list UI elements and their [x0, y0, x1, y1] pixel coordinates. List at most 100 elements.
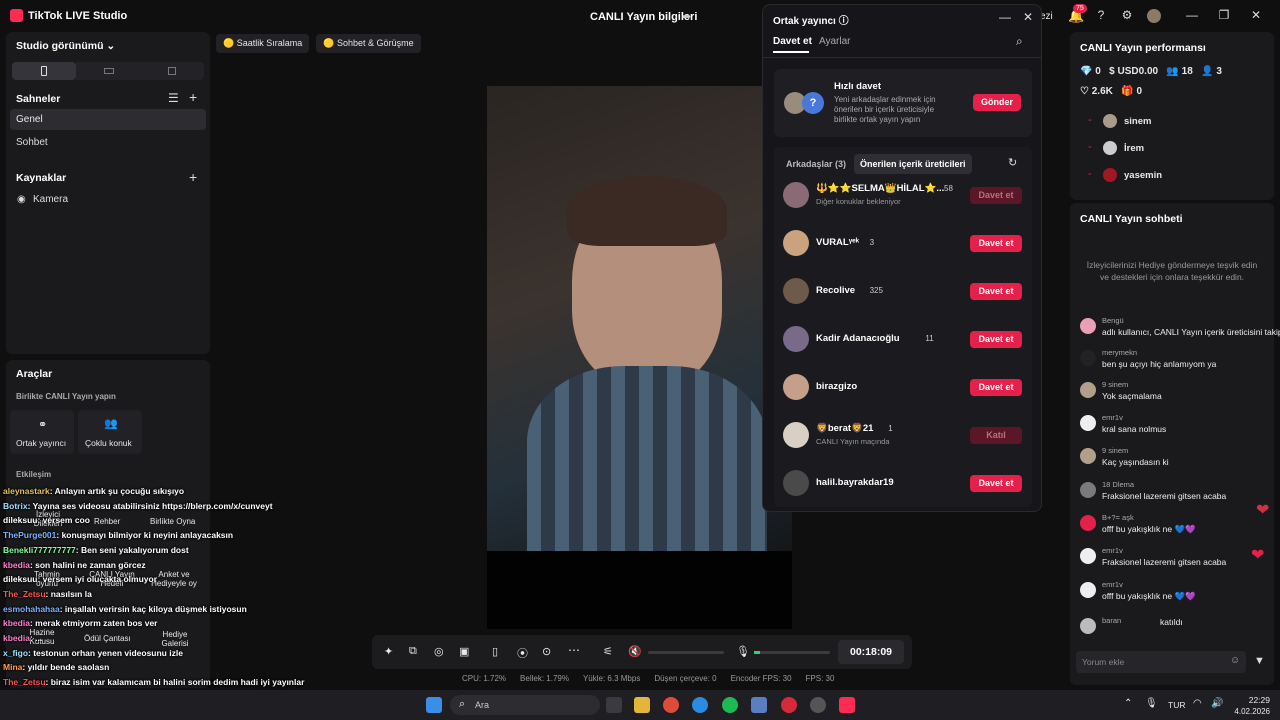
clock-date[interactable]: 4.02.2026 — [1222, 707, 1270, 716]
file-explorer-icon[interactable] — [634, 697, 650, 713]
perf-usd: USD0.00 — [1117, 66, 1159, 77]
camera-switch-icon[interactable]: ⊙ — [542, 645, 551, 658]
send-button[interactable]: Gönder — [973, 94, 1021, 111]
perf-row-2: ♡ 2.6K 🎁 0 — [1080, 86, 1142, 97]
wifi-icon[interactable]: ◠ — [1193, 698, 1202, 709]
invite-button[interactable]: Davet et — [970, 331, 1022, 348]
invite-button[interactable]: Davet et — [970, 283, 1022, 300]
engagement-item[interactable]: Birlikte Oyna — [150, 517, 195, 526]
opera-icon[interactable] — [781, 697, 797, 713]
speaker-muted-icon[interactable]: 🔇 — [628, 645, 642, 658]
engagement-item[interactable]: Hediye Galerisi — [156, 630, 194, 648]
share-icon[interactable]: ➦ — [682, 10, 691, 23]
chat-username[interactable]: emr1v — [1102, 413, 1123, 422]
dual-icon — [168, 67, 176, 75]
heart-icon: ❤ — [1251, 547, 1265, 564]
task-view-icon[interactable] — [606, 697, 622, 713]
tab-friends[interactable]: Arkadaşlar (3) — [786, 159, 846, 169]
mic-icon[interactable]: 🎙 — [1145, 698, 1158, 709]
windows-start-icon[interactable] — [426, 697, 442, 713]
layout-dual-button[interactable] — [140, 62, 204, 80]
overlay-chat-line: aleynastark: Anlayın artık şu çocuğu sık… — [3, 486, 184, 496]
chat-text: katıldı — [1160, 617, 1183, 627]
overlay-username: kbedia — [3, 559, 30, 570]
overlay-text: : testonun orhan yenen videosunu izle — [28, 647, 183, 658]
chat-username[interactable]: 9 sinem — [1102, 380, 1128, 389]
add-source-icon[interactable]: + — [189, 169, 197, 185]
tab-settings[interactable]: Ayarlar — [819, 36, 851, 47]
close-icon[interactable]: ✕ — [1023, 10, 1033, 24]
more-icon[interactable]: ⋯ — [568, 643, 580, 657]
studio-view-title[interactable]: Studio görünümü ⌄ — [16, 40, 115, 52]
mixer-icon[interactable]: ⚟ — [603, 645, 613, 658]
app-icon[interactable] — [810, 697, 826, 713]
chat-username[interactable]: baran — [1102, 616, 1121, 625]
quick-invite-desc: Yeni arkadaşlar edinmek için önerilen bi… — [834, 95, 936, 124]
list-icon[interactable]: ☰ — [168, 91, 179, 105]
hourly-ranking-tag[interactable]: 🟡 Saatlik Sıralama — [216, 34, 310, 53]
magic-icon[interactable]: ✦ — [384, 645, 393, 658]
speaker-volume-slider[interactable] — [648, 651, 724, 654]
chrome-icon[interactable] — [663, 697, 679, 713]
scene-item-genel[interactable]: Genel — [10, 109, 206, 130]
tiktok-icon[interactable] — [839, 697, 855, 713]
chat-text: offf bu yakışklık ne 💙💜 — [1102, 524, 1196, 534]
tab-invite[interactable]: Davet et — [773, 36, 812, 47]
maximize-icon[interactable]: ❐ — [1216, 8, 1232, 24]
record-icon[interactable]: ⦿ — [517, 645, 528, 661]
join-button[interactable]: Katıl — [970, 427, 1022, 444]
engagement-item[interactable]: Rehber — [94, 517, 120, 526]
chat-tag[interactable]: 🟡 Sohbet & Görüşme — [316, 34, 421, 53]
effects-icon[interactable]: ⧉ — [409, 645, 417, 658]
language-indicator[interactable]: TUR — [1168, 700, 1185, 710]
mic-icon[interactable]: 🎙 — [736, 645, 750, 658]
chat-username[interactable]: emr1v — [1102, 546, 1123, 555]
multi-guest-tool-button[interactable]: 👥 Çoklu konuk — [78, 410, 142, 454]
follower-count: 1 — [888, 424, 893, 433]
layout-landscape-button[interactable] — [76, 62, 140, 80]
search-icon[interactable]: ⌕ — [1016, 34, 1023, 49]
refresh-icon[interactable]: ↻ — [1008, 156, 1017, 169]
comment-input[interactable]: Yorum ekle ☺ — [1076, 651, 1246, 673]
screen-icon[interactable]: ▣ — [459, 645, 469, 658]
edge-icon[interactable] — [692, 697, 708, 713]
avatar[interactable] — [1147, 9, 1161, 23]
invite-button[interactable]: Davet et — [970, 235, 1022, 252]
emoji-icon[interactable]: ☺ — [1230, 655, 1240, 666]
spotify-icon[interactable] — [722, 697, 738, 713]
phone-icon[interactable]: ▯ — [492, 645, 498, 658]
chat-username[interactable]: emr1v — [1102, 580, 1123, 589]
clock-time[interactable]: 22:29 — [1240, 695, 1270, 705]
minimize-icon[interactable]: — — [999, 10, 1011, 24]
chat-username[interactable]: Bengü — [1102, 316, 1124, 325]
gear-icon[interactable]: ⚙ — [1119, 8, 1135, 24]
taskbar-search[interactable]: ⌕ Ara — [450, 695, 600, 715]
chevron-up-icon[interactable]: ⌃ — [1124, 698, 1132, 709]
mic-volume-slider[interactable] — [754, 651, 830, 654]
layout-portrait-button[interactable] — [12, 62, 76, 80]
engagement-item[interactable]: Ödül Çantası — [84, 634, 131, 643]
video-preview — [487, 86, 792, 551]
invite-button[interactable]: Davet et — [970, 187, 1022, 204]
minimize-icon[interactable]: — — [1184, 8, 1200, 24]
tab-suggested[interactable]: Önerilen içerik üreticileri — [854, 154, 972, 174]
invite-button[interactable]: Davet et — [970, 379, 1022, 396]
chat-username[interactable]: merymekn — [1102, 348, 1137, 357]
sticker-icon[interactable]: ◎ — [434, 645, 444, 658]
chat-username[interactable]: 18 Dlema — [1102, 480, 1134, 489]
invite-button[interactable]: Davet et — [970, 475, 1022, 492]
app-icon[interactable] — [751, 697, 767, 713]
avatar — [1080, 548, 1096, 564]
source-item-camera[interactable]: Kamera — [33, 194, 68, 205]
overlay-username: The_Zetsu — [3, 588, 46, 599]
cohost-tool-button[interactable]: ⚭ Ortak yayıncı — [10, 410, 74, 454]
help-icon[interactable]: ? — [1093, 8, 1109, 24]
perf-diamonds: 0 — [1095, 66, 1101, 77]
filter-icon[interactable]: ▼ — [1254, 655, 1265, 667]
performance-title: CANLI Yayın performansı — [1080, 42, 1206, 54]
close-icon[interactable]: ✕ — [1248, 8, 1264, 24]
chat-username[interactable]: 9 sinem — [1102, 446, 1128, 455]
scene-item-sohbet[interactable]: Sohbet — [16, 137, 48, 148]
add-scene-icon[interactable]: + — [189, 89, 197, 105]
chat-username[interactable]: B+?= aşk — [1102, 513, 1134, 522]
